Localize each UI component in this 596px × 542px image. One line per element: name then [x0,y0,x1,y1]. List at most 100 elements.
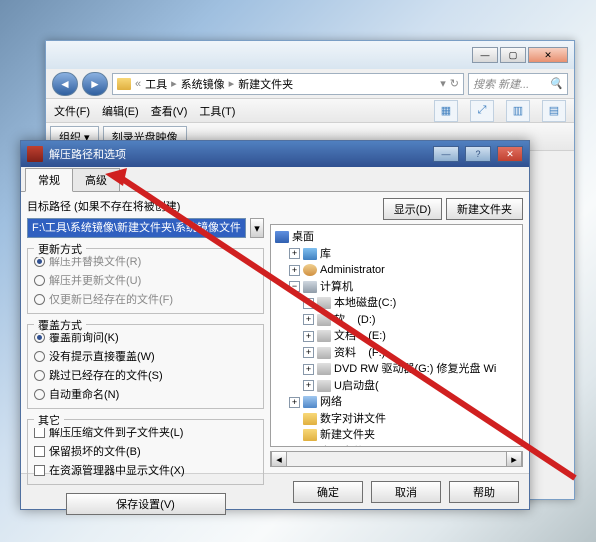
extract-dialog: 解压路径和选项 — ? ✕ 常规 高级 目标路径 (如果不存在将被创建) F:\… [20,140,530,510]
chevron-icon: ▸ [171,77,177,90]
expand-toggle[interactable]: + [289,265,300,276]
dialog-help-button[interactable]: ? [465,146,491,162]
drive-icon [317,330,331,342]
dropdown-icon[interactable]: ▾ [440,77,446,90]
ok-button[interactable]: 确定 [293,481,363,503]
path-dropdown-button[interactable]: ▾ [250,218,264,238]
cancel-button[interactable]: 取消 [371,481,441,503]
user-icon [303,264,317,276]
expand-toggle[interactable]: + [303,347,314,358]
drive-icon [317,297,331,309]
drive-icon [317,347,331,359]
tree-item-drive-c[interactable]: 本地磁盘(C:) [334,295,396,312]
group-title: 覆盖方式 [34,317,86,333]
tree-item-dvd[interactable]: DVD RW 驱动器(G:) 修复光盘 Wi [334,361,496,378]
tree-item-drive-d[interactable]: 软 (D:) [334,312,376,329]
help-button[interactable]: 帮助 [449,481,519,503]
menu-edit[interactable]: 编辑(E) [102,103,139,119]
search-input[interactable]: 搜索 新建... 🔍 [468,73,568,95]
expand-toggle[interactable]: + [303,364,314,375]
layout-icon[interactable]: ▦ [434,100,458,122]
breadcrumb-item[interactable]: 工具 [145,76,167,92]
dvd-icon [317,363,331,375]
back-button[interactable]: ◄ [52,72,78,96]
update-mode-group: 更新方式 解压并替换文件(R) 解压并更新文件(U) 仅更新已经存在的文件(F) [27,248,264,314]
chevron-icon: ▸ [229,77,235,90]
minimize-button[interactable]: — [472,47,498,63]
tree-item-folder[interactable]: 桌面文件 [320,444,364,448]
expand-toggle[interactable]: + [303,331,314,342]
show-button[interactable]: 显示(D) [383,198,442,220]
scroll-right-button[interactable]: ▸ [506,452,522,466]
explorer-titlebar: — ▢ ✕ [46,41,574,69]
tree-item-admin[interactable]: Administrator [320,262,385,279]
path-input[interactable]: F:\工具\系统镜像\新建文件夹\系统镜像文件 [27,218,246,238]
new-folder-button[interactable]: 新建文件夹 [446,198,523,220]
chevron-icon: « [135,78,141,90]
network-icon [303,396,317,408]
refresh-icon[interactable]: ↻ [450,77,459,90]
search-icon: 🔍 [549,77,563,90]
breadcrumb[interactable]: « 工具 ▸ 系统镜像 ▸ 新建文件夹 ▾ ↻ [112,73,464,95]
expand-toggle[interactable]: + [289,248,300,259]
expand-toggle[interactable]: + [289,397,300,408]
radio-extract-update[interactable]: 解压并更新文件(U) [34,272,257,288]
misc-group: 其它 解压压缩文件到子文件夹(L) 保留损坏的文件(B) 在资源管理器中显示文件… [27,419,264,485]
tree-item-libraries[interactable]: 库 [320,246,331,263]
list-icon[interactable]: ▤ [542,100,566,122]
tab-general[interactable]: 常规 [25,168,73,192]
tree-item-desktop[interactable]: 桌面 [292,229,314,246]
expand-toggle[interactable]: + [303,314,314,325]
check-keep-broken[interactable]: 保留损坏的文件(B) [34,443,257,459]
folder-icon [303,446,317,447]
menu-file[interactable]: 文件(F) [54,103,90,119]
collapse-toggle[interactable]: − [289,281,300,292]
tree-item-folder[interactable]: 新建文件夹 [320,427,375,444]
folder-tree[interactable]: 桌面 + 库 + Administrator − 计算机 + 本地磁盘(C:) + 软 (… [270,224,523,447]
tree-item-folder[interactable]: 数字对讲文件 [320,411,386,428]
tree-item-udisk[interactable]: U启动盘( [334,378,379,395]
group-title: 更新方式 [34,241,86,257]
tree-item-network[interactable]: 网络 [320,394,342,411]
archive-icon [27,146,43,162]
explorer-menubar: 文件(F) 编辑(E) 查看(V) 工具(T) ▦ ⤢ ▥ ▤ [46,99,574,123]
drive-icon [317,314,331,326]
breadcrumb-item[interactable]: 新建文件夹 [238,76,293,92]
dialog-minimize-button[interactable]: — [433,146,459,162]
folder-icon [303,413,317,425]
forward-button[interactable]: ► [82,72,108,96]
folder-icon [117,78,131,90]
save-settings-button[interactable]: 保存设置(V) [66,493,226,515]
library-icon [303,248,317,260]
overwrite-mode-group: 覆盖方式 覆盖前询问(K) 没有提示直接覆盖(W) 跳过已经存在的文件(S) 自… [27,324,264,409]
explorer-nav: ◄ ► « 工具 ▸ 系统镜像 ▸ 新建文件夹 ▾ ↻ 搜索 新建... 🔍 [46,69,574,99]
maximize-button[interactable]: ▢ [500,47,526,63]
expand-icon[interactable]: ⤢ [470,100,494,122]
dialog-tabs: 常规 高级 [21,167,529,191]
computer-icon [303,281,317,293]
radio-overwrite[interactable]: 没有提示直接覆盖(W) [34,348,257,364]
check-subfolder[interactable]: 解压压缩文件到子文件夹(L) [34,424,257,440]
tree-item-computer[interactable]: 计算机 [320,279,353,296]
close-button[interactable]: ✕ [528,47,568,63]
tree-item-drive-e[interactable]: 文档 (E:) [334,328,386,345]
menu-view[interactable]: 查看(V) [151,103,188,119]
path-label: 目标路径 (如果不存在将被创建) [27,198,264,214]
desktop-icon [275,231,289,243]
radio-skip[interactable]: 跳过已经存在的文件(S) [34,367,257,383]
menu-tools[interactable]: 工具(T) [199,103,235,119]
folder-icon [303,429,317,441]
radio-rename[interactable]: 自动重命名(N) [34,386,257,402]
expand-toggle[interactable]: + [303,298,314,309]
tile-icon[interactable]: ▥ [506,100,530,122]
tree-item-drive-f[interactable]: 资料 (F:) [334,345,385,362]
breadcrumb-item[interactable]: 系统镜像 [181,76,225,92]
dialog-close-button[interactable]: ✕ [497,146,523,162]
expand-toggle[interactable]: + [303,380,314,391]
scroll-left-button[interactable]: ◂ [271,452,287,466]
search-placeholder: 搜索 新建... [473,76,529,92]
tab-advanced[interactable]: 高级 [72,168,120,191]
check-show-explorer[interactable]: 在资源管理器中显示文件(X) [34,462,257,478]
radio-update-existing[interactable]: 仅更新已经存在的文件(F) [34,291,257,307]
horizontal-scrollbar[interactable]: ◂ ▸ [270,451,523,467]
